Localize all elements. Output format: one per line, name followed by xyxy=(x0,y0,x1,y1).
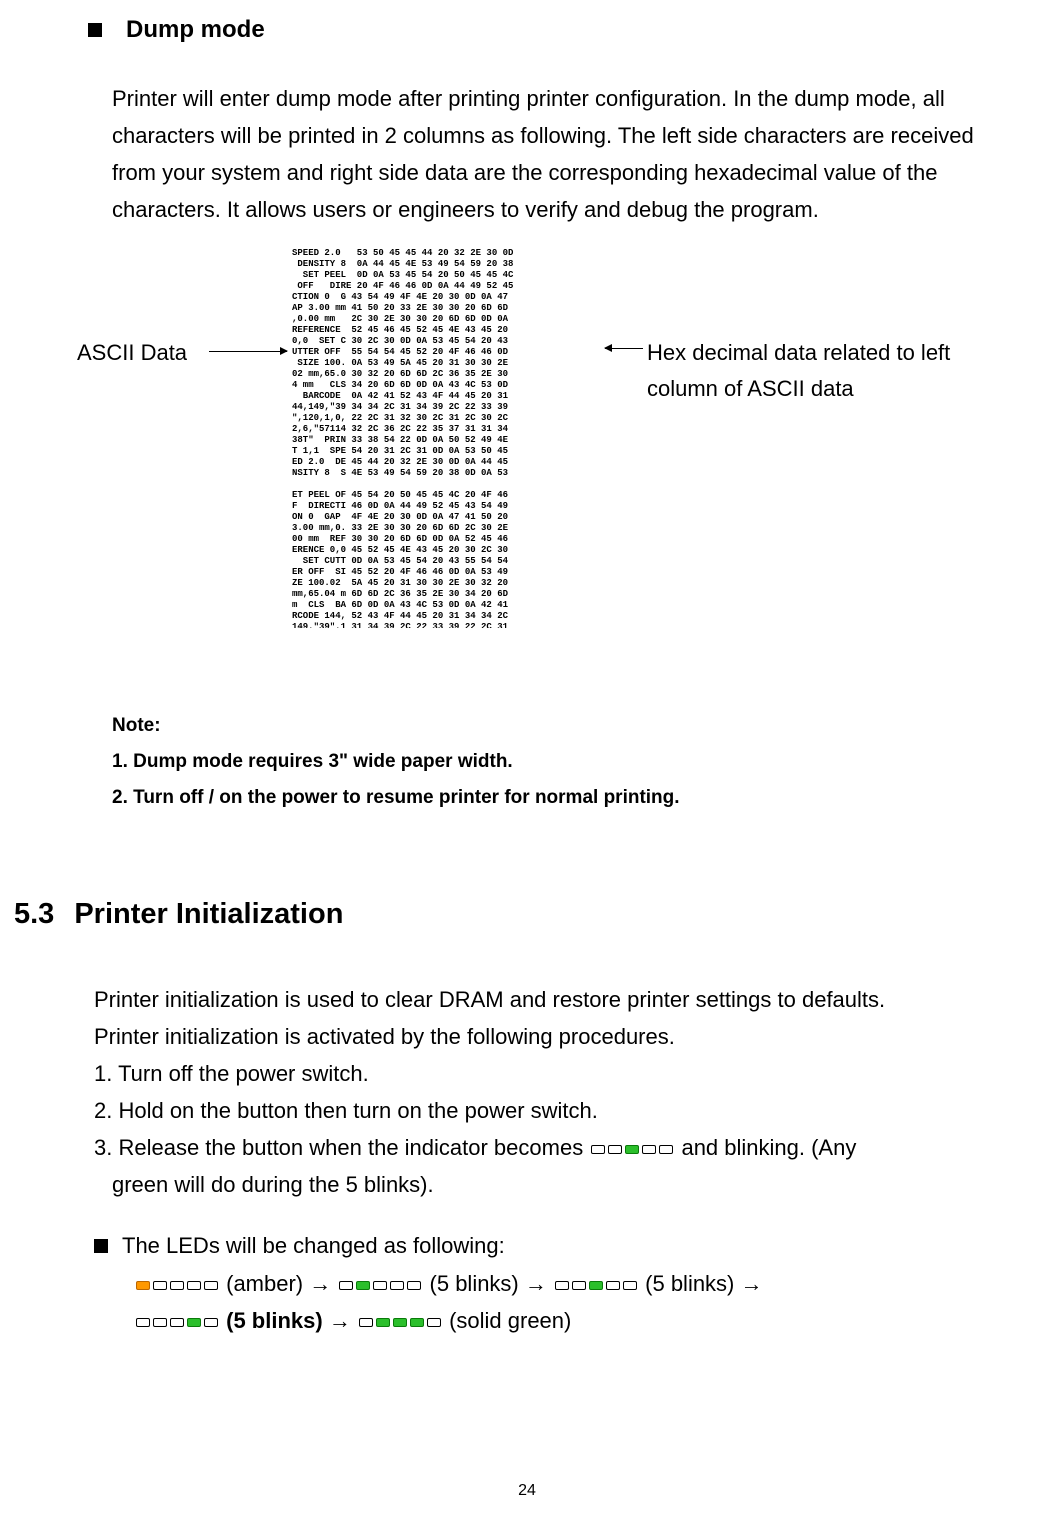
led-pattern-solid xyxy=(359,1318,441,1327)
ascii-data-label: ASCII Data xyxy=(77,340,187,366)
dump-mode-diagram: ASCII Data SPEED 2.0 53 50 45 45 44 20 3… xyxy=(47,248,1007,648)
note-line-1: 1. Dump mode requires 3" wide paper widt… xyxy=(112,744,1054,780)
section-title: Printer Initialization xyxy=(74,898,343,931)
init-intro-1: Printer initialization is used to clear … xyxy=(94,981,1004,1018)
leds-changed-title: The LEDs will be changed as following: xyxy=(122,1233,505,1259)
arrow-right-icon xyxy=(209,351,287,352)
led-pattern-inline xyxy=(591,1145,673,1154)
led-pattern-3 xyxy=(555,1281,637,1290)
dump-mode-title: Dump mode xyxy=(126,16,265,44)
square-bullet-icon xyxy=(94,1239,108,1253)
note-line-2: 2. Turn off / on the power to resume pri… xyxy=(112,780,1054,816)
led-pattern-4 xyxy=(136,1318,218,1327)
led-pattern-amber xyxy=(136,1281,218,1290)
hex-data-label: Hex decimal data related to left column … xyxy=(647,335,1007,407)
section-number: 5.3 xyxy=(14,898,54,931)
init-step-3c: green will do during the 5 blinks). xyxy=(94,1166,1004,1203)
dump-mode-paragraph: Printer will enter dump mode after print… xyxy=(112,80,1002,228)
printer-init-block: Printer initialization is used to clear … xyxy=(94,981,1004,1203)
init-step-2: 2. Hold on the button then turn on the p… xyxy=(94,1092,1004,1129)
init-intro-2: Printer initialization is activated by t… xyxy=(94,1018,1004,1055)
hex-dump-sample: SPEED 2.0 53 50 45 45 44 20 32 2E 30 0D … xyxy=(292,248,602,628)
note-block: Note: 1. Dump mode requires 3" wide pape… xyxy=(112,708,1054,816)
note-heading: Note: xyxy=(112,708,1054,744)
init-step-1: 1. Turn off the power switch. xyxy=(94,1055,1004,1092)
square-bullet-icon xyxy=(88,23,102,37)
init-step-3: 3. Release the button when the indicator… xyxy=(94,1129,1004,1166)
page-number: 24 xyxy=(0,1482,1054,1500)
arrow-left-icon xyxy=(605,348,643,349)
led-sequence: (amber) → (5 blinks) → (5 blinks) → (5 b… xyxy=(134,1265,1054,1339)
led-pattern-2 xyxy=(339,1281,421,1290)
